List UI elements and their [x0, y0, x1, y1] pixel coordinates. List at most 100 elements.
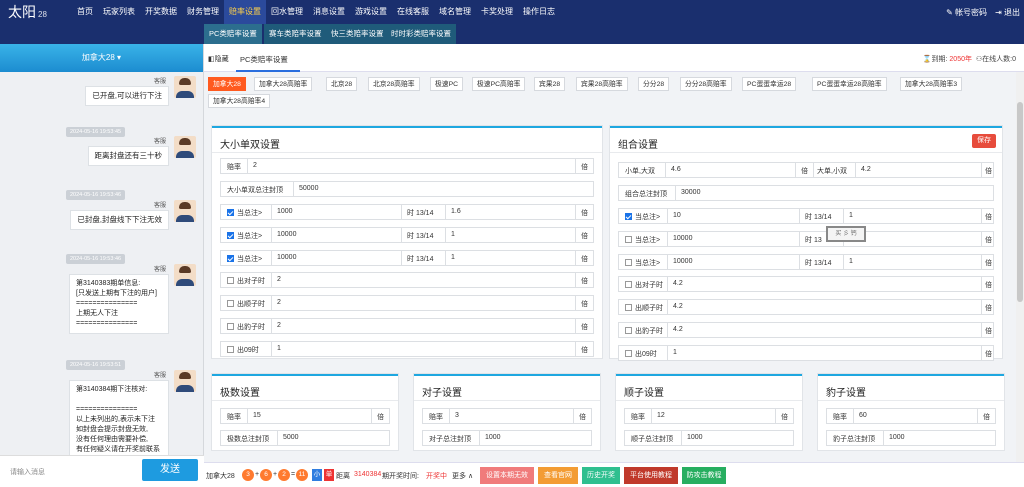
cap-input[interactable]: 1000 [687, 434, 703, 441]
game-type-chip[interactable]: 加拿大28高赔率4 [208, 94, 271, 108]
game-type-chip[interactable]: 极速PC高赔率 [472, 77, 526, 91]
rule-odds-input[interactable]: 1 [849, 258, 853, 265]
nav-item[interactable]: 玩家列表 [98, 0, 140, 24]
cap-input[interactable]: 30000 [681, 189, 700, 196]
subnav-tab[interactable]: 时时彩类赔率设置 [386, 24, 456, 44]
subnav-tab[interactable]: 快三类赔率设置 [326, 24, 389, 44]
checkbox[interactable] [227, 300, 234, 307]
action-button[interactable]: 查看官网 [538, 467, 578, 484]
game-type-chip[interactable]: 极速PC [430, 77, 464, 91]
action-button[interactable]: 平台使用教程 [624, 467, 678, 484]
more-toggle[interactable]: 更多 ∧ [452, 471, 473, 481]
checkbox[interactable] [625, 213, 632, 220]
checkbox[interactable] [227, 323, 234, 330]
threshold-input[interactable]: 10000 [673, 235, 692, 242]
rule-odds-input[interactable]: 1 [451, 231, 455, 238]
account-link[interactable]: ✎ 帐号密码 [946, 7, 987, 18]
game-type-chip[interactable]: 宾果28高赔率 [576, 77, 628, 91]
game-selector[interactable]: 加拿大28 ▾ [0, 44, 203, 72]
checkbox[interactable] [227, 232, 234, 239]
divider [610, 152, 1002, 153]
extra-odds-input[interactable]: 4.2 [673, 326, 683, 333]
rule-odds-input[interactable]: 1 [849, 212, 853, 219]
hide-sidebar-button[interactable]: ◧隐藏 [208, 54, 229, 64]
chat-input[interactable]: 请输入消息 [10, 467, 45, 477]
checkbox[interactable] [625, 281, 632, 288]
send-button[interactable]: 发送 [142, 459, 198, 481]
odds-input[interactable]: 15 [253, 412, 261, 419]
odds-input[interactable]: 3 [455, 412, 459, 419]
extra-odds-input[interactable]: 2 [277, 276, 281, 283]
setting-row: 当总注> 10000 时 13/14 1 倍 [618, 254, 994, 270]
checkbox-label: 当总注> [237, 233, 263, 240]
top-right: ✎ 帐号密码 ⇥ 退出 [946, 0, 1020, 24]
scrollbar-thumb[interactable] [1017, 102, 1023, 302]
game-type-chip[interactable]: 分分28高赔率 [680, 77, 732, 91]
cap-input[interactable]: 50000 [299, 185, 318, 192]
game-type-chip[interactable]: 加拿大28 [208, 77, 246, 91]
extra-odds-input[interactable]: 1 [277, 345, 281, 352]
game-type-chip[interactable]: 北京28 [326, 77, 358, 91]
rule-odds-input[interactable]: 1 [451, 254, 455, 261]
checkbox[interactable] [625, 327, 632, 334]
threshold-input[interactable]: 10000 [277, 231, 296, 238]
odds-input[interactable]: 60 [859, 412, 867, 419]
odds-input[interactable]: 2 [253, 162, 257, 169]
threshold-input[interactable]: 10 [673, 212, 681, 219]
chat-log[interactable]: 客服 已开盘,可以进行下注 2024-05-16 19:53:45 客服 距离封盘还有三… [0, 74, 202, 456]
action-button[interactable]: 历史开奖 [582, 467, 620, 484]
nav-item[interactable]: 开奖数据 [140, 0, 182, 24]
game-type-chip[interactable]: PC蛋蛋幸运28 [742, 77, 797, 91]
nav-item[interactable]: 在线客服 [392, 0, 434, 24]
cap-input[interactable]: 1000 [889, 434, 905, 441]
threshold-input[interactable]: 1000 [277, 208, 293, 215]
odds-input[interactable]: 4.2 [861, 166, 871, 173]
save-button[interactable]: 保存 [972, 134, 996, 148]
nav-item[interactable]: 游戏设置 [350, 0, 392, 24]
checkbox[interactable] [625, 350, 632, 357]
game-type-chip[interactable]: 宾果28 [534, 77, 566, 91]
extra-odds-input[interactable]: 4.2 [673, 280, 683, 287]
checkbox[interactable] [227, 209, 234, 216]
nav-item[interactable]: 操作日志 [518, 0, 560, 24]
logout-link[interactable]: ⇥ 退出 [995, 7, 1020, 18]
game-type-chip[interactable]: 北京28高赔率 [368, 77, 420, 91]
divider [675, 186, 676, 200]
row-text: 倍 [983, 414, 990, 421]
extra-odds-input[interactable]: 1 [673, 349, 677, 356]
cap-input[interactable]: 5000 [283, 434, 299, 441]
nav-item[interactable]: 回水管理 [266, 0, 308, 24]
game-type-chip[interactable]: 加拿大28高赔率 [254, 77, 313, 91]
extra-odds-input[interactable]: 2 [277, 322, 281, 329]
tab-pc-odds[interactable]: PC类赔率设置 [240, 54, 288, 65]
extra-odds-input[interactable]: 4.2 [673, 303, 683, 310]
cap-input[interactable]: 1000 [485, 434, 501, 441]
nav-item[interactable]: 消息设置 [308, 0, 350, 24]
nav-item[interactable]: 赔率设置 [224, 0, 266, 24]
operator: + [255, 471, 260, 478]
checkbox[interactable] [625, 304, 632, 311]
odds-input[interactable]: 4.6 [671, 166, 681, 173]
subnav-tab[interactable]: 赛车类赔率设置 [264, 24, 327, 44]
game-type-chip[interactable]: 加拿大28高赔率3 [900, 77, 963, 91]
subnav-tab[interactable]: PC类赔率设置 [204, 24, 262, 44]
checkbox[interactable] [227, 346, 234, 353]
checkbox[interactable] [625, 236, 632, 243]
nav-item[interactable]: 域名管理 [434, 0, 476, 24]
game-type-chip[interactable]: 分分28 [638, 77, 670, 91]
nav-item[interactable]: 卡奖处理 [476, 0, 518, 24]
nav-item[interactable]: 首页 [72, 0, 98, 24]
threshold-input[interactable]: 10000 [277, 254, 296, 261]
checkbox[interactable] [625, 259, 632, 266]
action-button[interactable]: 防攻击教程 [682, 467, 726, 484]
extra-odds-input[interactable]: 2 [277, 299, 281, 306]
odds-input[interactable]: 12 [657, 412, 665, 419]
rule-odds-input[interactable]: 1.6 [451, 208, 461, 215]
scrollbar[interactable] [1016, 72, 1024, 487]
checkbox[interactable] [227, 277, 234, 284]
threshold-input[interactable]: 10000 [673, 258, 692, 265]
nav-item[interactable]: 财务管理 [182, 0, 224, 24]
checkbox[interactable] [227, 255, 234, 262]
game-type-chip[interactable]: PC蛋蛋幸运28高赔率 [812, 77, 887, 91]
action-button[interactable]: 设置本期无效 [480, 467, 534, 484]
